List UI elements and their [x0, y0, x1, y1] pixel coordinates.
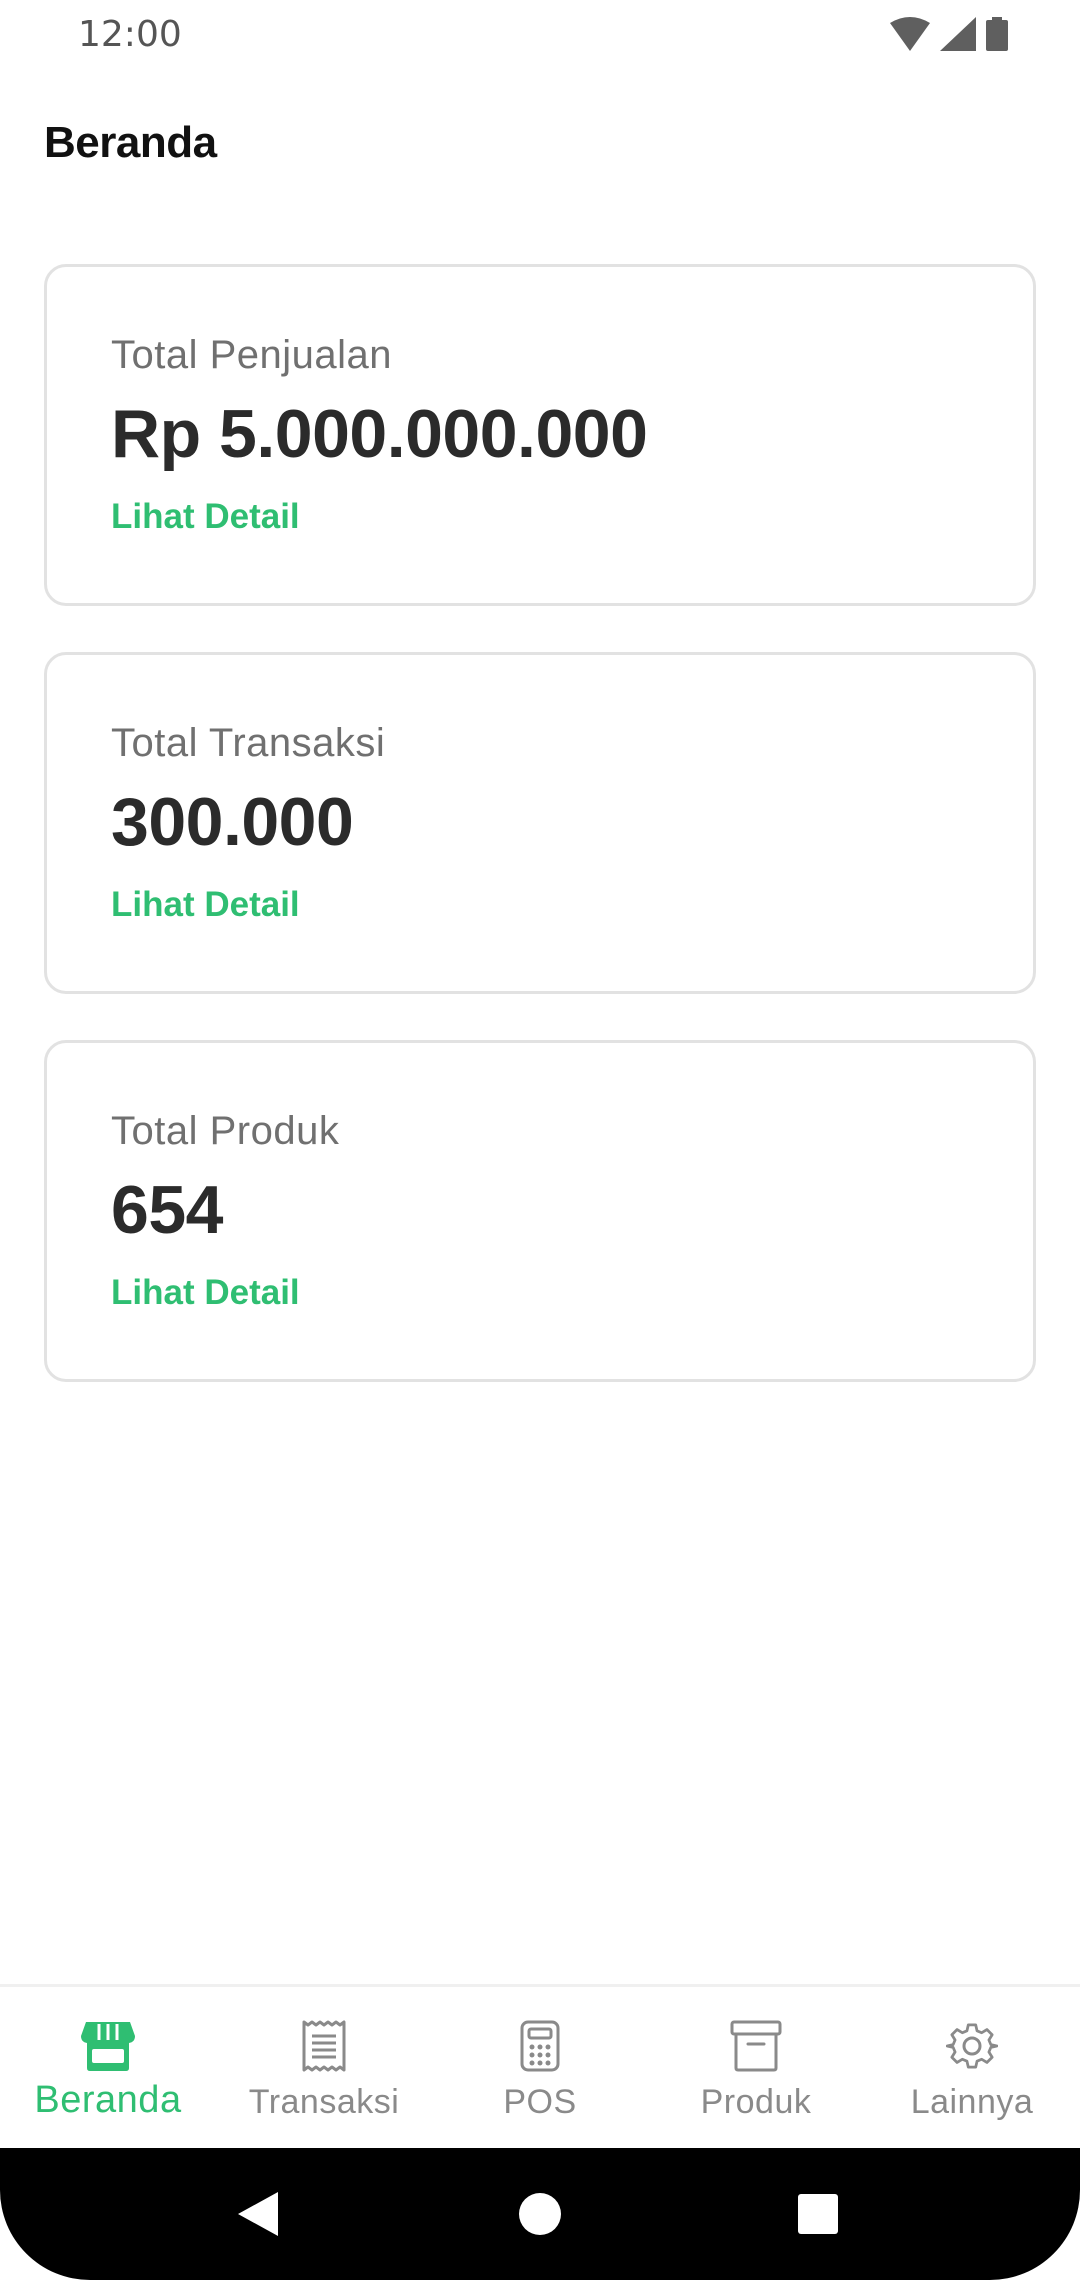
back-icon[interactable]: [234, 2190, 282, 2238]
recent-apps-icon[interactable]: [794, 2190, 842, 2238]
bottom-navigation: Beranda Transaksi POS Produk Lainnya: [0, 1984, 1080, 2148]
total-products-card: Total Produk 654 Lihat Detail: [44, 1040, 1036, 1382]
battery-icon: [986, 17, 1008, 51]
total-sales-card: Total Penjualan Rp 5.000.000.000 Lihat D…: [44, 264, 1036, 606]
gear-icon: [943, 2017, 1001, 2075]
sales-detail-link[interactable]: Lihat Detail: [111, 497, 300, 537]
nav-item-produk[interactable]: Produk: [648, 1987, 864, 2148]
nav-item-pos[interactable]: POS: [432, 1987, 648, 2148]
home-icon[interactable]: [516, 2190, 564, 2238]
system-navigation-bar: [0, 2148, 1080, 2280]
status-bar: 12:00: [0, 0, 1080, 72]
receipt-icon: [295, 2017, 353, 2075]
card-value: 654: [111, 1172, 223, 1248]
nav-label: Transaksi: [248, 2083, 400, 2121]
nav-item-beranda[interactable]: Beranda: [0, 1987, 216, 2148]
card-value: Rp 5.000.000.000: [111, 396, 648, 472]
transactions-detail-link[interactable]: Lihat Detail: [111, 885, 300, 925]
total-transactions-card: Total Transaksi 300.000 Lihat Detail: [44, 652, 1036, 994]
nav-item-lainnya[interactable]: Lainnya: [864, 1987, 1080, 2148]
products-detail-link[interactable]: Lihat Detail: [111, 1273, 300, 1313]
cellular-signal-icon: [940, 17, 976, 51]
nav-label: POS: [503, 2083, 577, 2121]
card-label: Total Transaksi: [111, 721, 386, 765]
card-value: 300.000: [111, 784, 354, 860]
nav-label: Lainnya: [910, 2083, 1034, 2121]
card-label: Total Penjualan: [111, 333, 393, 377]
status-time: 12:00: [78, 14, 182, 55]
store-icon: [79, 2017, 137, 2075]
calculator-icon: [511, 2017, 569, 2075]
nav-item-transaksi[interactable]: Transaksi: [216, 1987, 432, 2148]
wifi-icon: [890, 17, 930, 51]
status-icons: [890, 16, 1008, 52]
nav-label: Produk: [700, 2083, 812, 2121]
card-label: Total Produk: [111, 1109, 340, 1153]
archive-box-icon: [727, 2017, 785, 2075]
page-title: Beranda: [44, 118, 217, 167]
nav-label: Beranda: [34, 2079, 182, 2121]
